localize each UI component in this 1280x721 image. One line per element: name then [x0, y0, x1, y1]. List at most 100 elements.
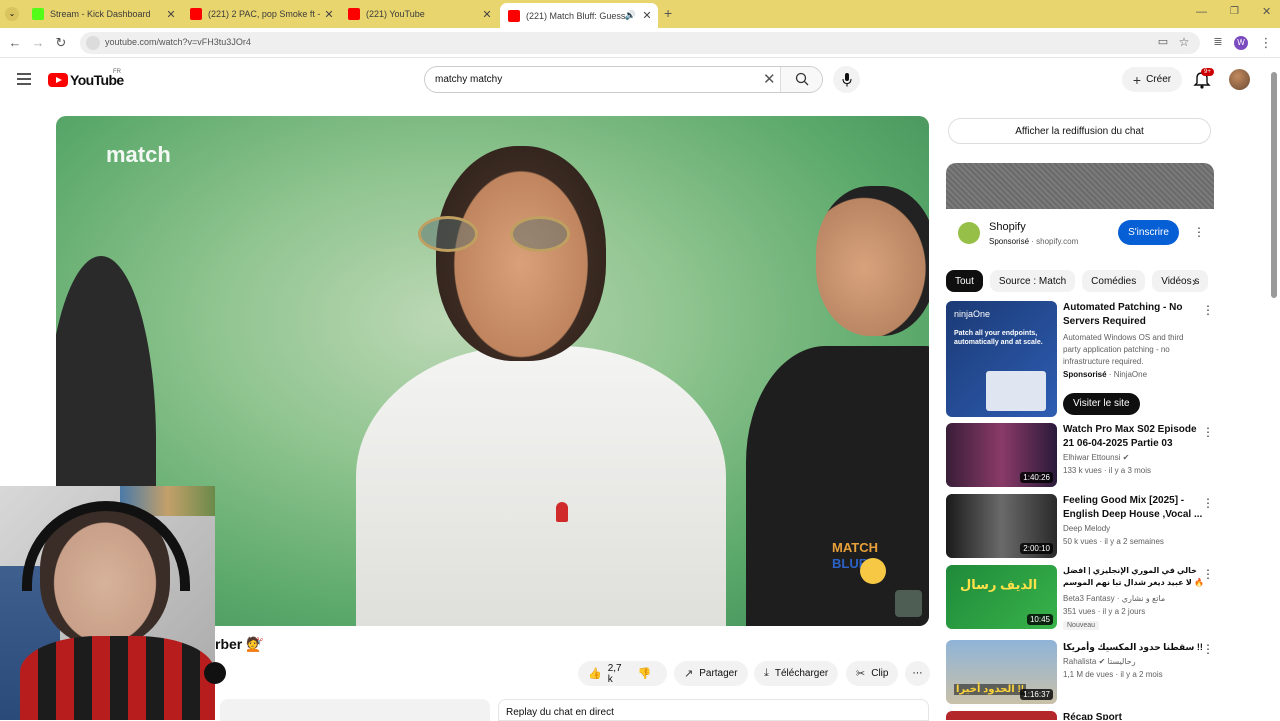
thumbs-up-icon[interactable]: 👍 — [588, 667, 602, 680]
rec-title[interactable]: Feeling Good Mix [2025] - English Deep H… — [1063, 494, 1205, 522]
profile-icon[interactable]: W — [1234, 36, 1248, 50]
create-label: Créer — [1146, 74, 1172, 85]
chip-comedies[interactable]: Comédies — [1082, 270, 1146, 292]
close-tab-icon[interactable]: ✕ — [480, 8, 494, 21]
clear-search-icon[interactable]: ✕ — [763, 70, 776, 88]
rec-more-options-icon[interactable]: ⋮ — [1202, 303, 1214, 317]
video-thumbnail[interactable]: الديف رسال 10:45 — [946, 565, 1057, 629]
new-tab-icon[interactable]: + — [664, 5, 672, 21]
account-avatar[interactable] — [1229, 69, 1250, 90]
browser-menu-icon[interactable]: ⋮ — [1258, 35, 1274, 51]
more-actions-button[interactable]: ⋯ — [905, 661, 930, 686]
sponsored-recommendation[interactable]: ninjaOne Patch all your endpoints, autom… — [946, 301, 1216, 419]
recommendation-item[interactable]: الديف رسال 10:45 خالي في الموري الإنجليز… — [946, 565, 1216, 635]
rec-channel[interactable]: Deep Melody — [1063, 524, 1110, 533]
rec-more-options-icon[interactable]: ⋮ — [1202, 496, 1214, 510]
share-button[interactable]: ↗ Partager — [674, 661, 748, 686]
ad-more-options-icon[interactable]: ⋮ — [1193, 225, 1205, 239]
chip-all[interactable]: Tout — [946, 270, 983, 292]
close-tab-icon[interactable]: ✕ — [322, 8, 336, 21]
youtube-logo[interactable]: YouTube FR — [48, 69, 124, 88]
rec-title[interactable]: خالي في الموري الإنجليزي | افضل لا عبيد … — [1063, 565, 1205, 589]
reading-list-icon[interactable]: ≣ — [1210, 35, 1226, 48]
recommendation-item[interactable]: Récap Sport — [946, 711, 1216, 720]
visit-site-button[interactable]: Visiter le site — [1063, 393, 1140, 415]
thumbnail-arabic-text: الديف رسال — [960, 577, 1038, 592]
menu-hamburger-icon[interactable] — [17, 73, 31, 88]
rec-channel[interactable]: Elhiwar Ettounsi ✔ — [1063, 453, 1129, 462]
like-dislike-group: 👍 2,7 k 👎 — [578, 661, 667, 686]
tab-2pac[interactable]: (221) 2 PAC, pop Smoke ft - Big ✕ — [182, 4, 340, 24]
forward-arrow-icon[interactable]: → — [30, 35, 46, 50]
chip-source-match[interactable]: Source : Match — [989, 270, 1076, 292]
create-button[interactable]: + Créer — [1122, 67, 1182, 92]
rec-title[interactable]: Automated Patching - No Servers Required — [1063, 301, 1205, 329]
rec-title[interactable]: Récap Sport — [1063, 711, 1205, 720]
download-button[interactable]: ⤓ Télécharger — [754, 661, 839, 686]
minimize-icon[interactable]: — — [1196, 6, 1207, 18]
thumbs-down-icon[interactable]: 👎 — [638, 667, 652, 680]
video-thumbnail[interactable] — [946, 711, 1057, 720]
bookmark-star-icon[interactable]: ☆ — [1176, 35, 1192, 49]
channel-avatar[interactable] — [204, 662, 226, 684]
shopify-logo-icon — [958, 222, 980, 244]
rec-channel: NinjaOne — [1113, 370, 1148, 379]
description-box[interactable] — [220, 699, 490, 721]
page-scrollbar-thumb[interactable] — [1271, 72, 1277, 298]
search-button[interactable] — [780, 67, 822, 92]
restore-icon[interactable]: ❐ — [1230, 6, 1239, 17]
close-window-icon[interactable]: ✕ — [1262, 5, 1271, 18]
rec-description: Automated Windows OS and third party app… — [1063, 333, 1184, 366]
tab-match-bluff[interactable]: (221) Match Bluff: Guess th 🔊 ✕ — [500, 3, 658, 28]
recommendation-item[interactable]: 1:40:26 Watch Pro Max S02 Episode 21 06-… — [946, 423, 1216, 489]
rec-more-options-icon[interactable]: ⋮ — [1202, 425, 1214, 439]
rec-title[interactable]: سقطنا حدود المكسيك وأمريكا !! — [1063, 640, 1205, 654]
rec-more-options-icon[interactable]: ⋮ — [1202, 567, 1214, 581]
close-tab-icon[interactable]: ✕ — [640, 9, 654, 22]
show-chat-replay-button[interactable]: Afficher la rediffusion du chat — [948, 118, 1211, 144]
back-arrow-icon[interactable]: ← — [7, 35, 23, 50]
recommendation-item[interactable]: الحدود أخيرا !! 1:16:37 سقطنا حدود المكس… — [946, 640, 1216, 706]
webcam-overlay — [0, 486, 215, 720]
video-thumbnail[interactable]: الحدود أخيرا !! 1:16:37 — [946, 640, 1057, 704]
ad-banner-image[interactable] — [946, 163, 1214, 209]
video-thumbnail[interactable]: 2:00:10 — [946, 494, 1057, 558]
cast-icon[interactable]: ▭ — [1155, 35, 1171, 48]
reload-icon[interactable]: ↻ — [53, 35, 69, 51]
rec-channel[interactable]: Beta3 Fantasy · ماتع و نشاري — [1063, 594, 1165, 603]
ninjaone-ad-thumbnail[interactable]: ninjaOne Patch all your endpoints, autom… — [946, 301, 1057, 417]
shopify-ad-card[interactable]: Shopify Sponsorisé · shopify.com S'inscr… — [946, 163, 1214, 261]
search-input[interactable]: matchy matchy — [435, 74, 502, 85]
chip-videos[interactable]: Vidéos s — [1152, 270, 1209, 292]
chevron-right-icon[interactable]: › — [1192, 274, 1196, 289]
rec-title[interactable]: Watch Pro Max S02 Episode 21 06-04-2025 … — [1063, 423, 1205, 451]
rec-meta: 50 k vues · il y a 2 semaines — [1063, 537, 1164, 546]
ad-sponsored-label: Sponsorisé — [989, 237, 1030, 246]
tab-youtube[interactable]: (221) YouTube ✕ — [340, 4, 498, 24]
search-box[interactable]: matchy matchy ✕ — [424, 66, 823, 93]
live-chat-replay-header[interactable]: Replay du chat en direct — [498, 699, 929, 721]
ad-subscribe-button[interactable]: S'inscrire — [1118, 220, 1179, 245]
center-person-figure — [356, 346, 726, 626]
site-info-icon[interactable] — [86, 36, 100, 50]
center-person-head — [436, 146, 606, 361]
video-duration: 1:40:26 — [1020, 472, 1053, 483]
clip-button[interactable]: ✂ Clip — [846, 661, 899, 686]
search-icon — [795, 72, 809, 86]
url-omnibox[interactable]: youtube.com/watch?v=vFH3tu3JOr4 — [80, 32, 1200, 54]
video-thumbnail[interactable]: 1:40:26 — [946, 423, 1057, 487]
laptop-illustration — [986, 371, 1046, 411]
rec-channel[interactable]: Rahalista ✔ رحاليستا — [1063, 657, 1136, 666]
like-count[interactable]: 2,7 k — [608, 663, 622, 685]
voice-search-button[interactable] — [833, 66, 860, 93]
close-tab-icon[interactable]: ✕ — [164, 8, 178, 21]
ninjaone-thumb-tagline: Patch all your endpoints, automatically … — [954, 330, 1043, 346]
speaker-icon[interactable]: 🔊 — [625, 10, 636, 21]
tab-list-dropdown-icon[interactable]: ⌄ — [5, 7, 19, 21]
tab-kick-dashboard[interactable]: Stream - Kick Dashboard ✕ — [24, 4, 182, 24]
recommendation-item[interactable]: 2:00:10 Feeling Good Mix [2025] - Englis… — [946, 494, 1216, 560]
rec-meta: 133 k vues · il y a 3 mois — [1063, 466, 1152, 475]
plus-icon: + — [1132, 71, 1142, 88]
handshake-icon[interactable] — [895, 590, 922, 617]
rec-more-options-icon[interactable]: ⋮ — [1202, 642, 1214, 656]
